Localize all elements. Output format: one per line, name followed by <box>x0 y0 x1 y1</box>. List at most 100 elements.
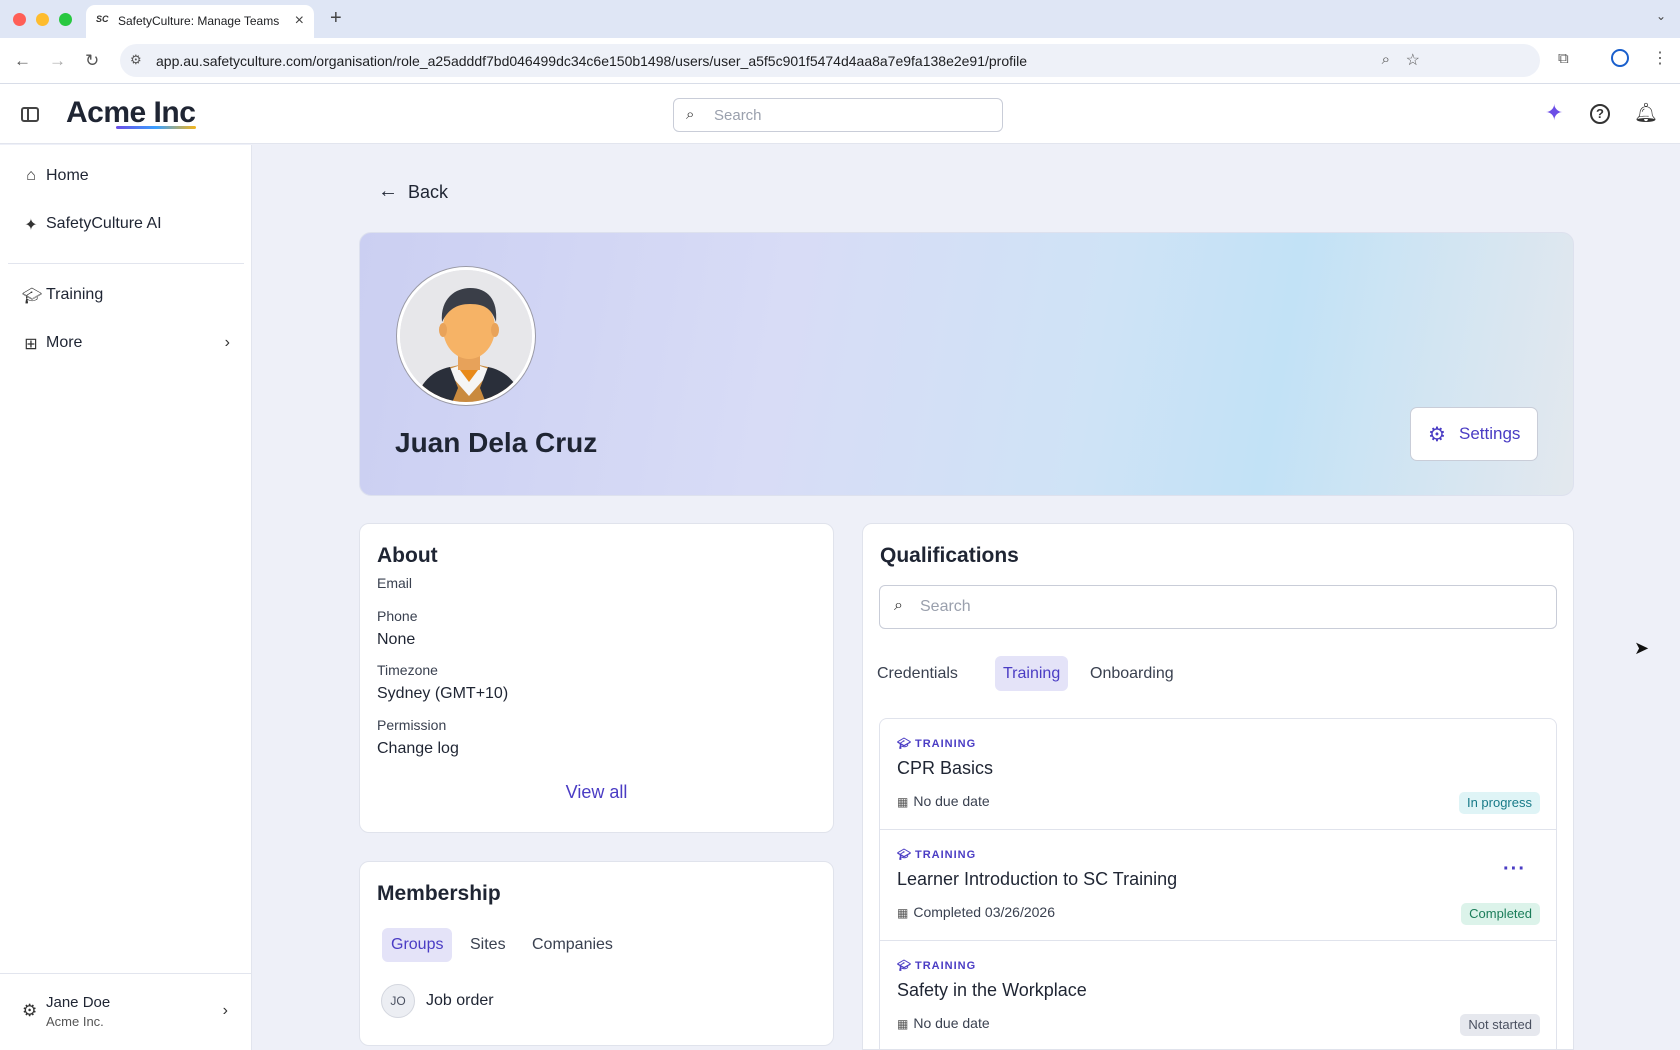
about-title: About <box>377 544 438 567</box>
item-kind-label: TRAINING <box>914 738 977 750</box>
calendar-icon: ▦ <box>897 906 909 920</box>
new-tab-icon[interactable]: + <box>330 7 342 30</box>
global-search-input[interactable] <box>714 105 994 125</box>
sparkle-icon[interactable]: ✦ <box>1545 100 1563 126</box>
chevron-right-icon: › <box>224 334 230 351</box>
calendar-icon: ▦ <box>897 1017 909 1031</box>
qualifications-title: Qualifications <box>880 544 1019 567</box>
tab-close-icon[interactable]: × <box>295 12 304 30</box>
sidebar-item-more[interactable]: ⊞ More › <box>8 325 244 363</box>
item-due: ▦ No due date <box>897 1015 990 1031</box>
field-label-email: Email <box>377 575 413 591</box>
url-text[interactable]: app.au.safetyculture.com/organisation/ro… <box>156 53 1027 69</box>
item-title: CPR Basics <box>897 758 994 778</box>
browser-tab[interactable]: SC SafetyCulture: Manage Teams × <box>86 5 314 38</box>
group-name[interactable]: Job order <box>426 992 494 1010</box>
status-badge: In progress <box>1458 792 1540 814</box>
home-icon: ⌂ <box>26 167 36 184</box>
sidebar-item-label: SafetyCulture AI <box>46 215 162 232</box>
profile-name: Juan Dela Cruz <box>395 427 598 458</box>
back-label: Back <box>408 182 449 202</box>
field-value-phone: None <box>377 631 416 648</box>
group-avatar: JO <box>381 984 415 1018</box>
address-bar[interactable]: ⚙ app.au.safetyculture.com/organisation/… <box>120 44 1540 77</box>
window-close-button[interactable] <box>13 13 26 26</box>
item-kind-label: TRAINING <box>914 849 977 861</box>
arrow-left-icon: ← <box>378 180 398 202</box>
qualifications-list: 🎓︎ TRAINING CPR Basics ▦ No due date In pr… <box>879 718 1557 1050</box>
sidebar-item-label: Training <box>46 286 104 303</box>
window-zoom-button[interactable] <box>59 13 72 26</box>
item-due-label: No due date <box>913 1015 990 1031</box>
site-settings-icon[interactable]: ⚙ <box>130 52 142 68</box>
zoom-icon[interactable]: ⌕ <box>1382 51 1390 68</box>
tab-training[interactable]: Training <box>995 656 1069 691</box>
search-icon: ⌕ <box>894 597 903 614</box>
item-kind: 🎓︎ TRAINING <box>897 737 976 750</box>
browser-menu-icon[interactable]: ⋮ <box>1652 48 1668 68</box>
tab-credentials[interactable]: Credentials <box>869 656 966 691</box>
browser-profile-icon[interactable] <box>1611 49 1629 67</box>
logo[interactable]: Acme Inc <box>66 96 196 130</box>
item-title: Learner Introduction to SC Training <box>897 869 1178 889</box>
bookmark-star-icon[interactable]: ☆ <box>1406 50 1420 70</box>
qualifications-search[interactable]: ⌕ <box>879 585 1557 629</box>
sparkle-icon: ✦ <box>24 217 38 234</box>
field-value-permission[interactable]: Change log <box>377 740 459 758</box>
sidebar-item-safetyculture-ai[interactable]: ✦ SafetyCulture AI <box>8 206 244 244</box>
status-badge: Completed <box>1461 903 1540 925</box>
graduation-cap-icon: 🎓︎ <box>897 849 911 861</box>
graduation-cap-icon: 🎓︎ <box>897 960 911 972</box>
list-item[interactable]: 🎓︎ TRAINING CPR Basics ▦ No due date In pr… <box>880 719 1556 830</box>
qualifications-card: Qualifications ⌕ Credentials Training On… <box>862 523 1574 1050</box>
user-name: Jane Doe <box>46 994 111 1011</box>
item-kind-label: TRAINING <box>914 960 977 972</box>
view-all-link[interactable]: View all <box>360 782 833 803</box>
profile-header-card: Juan Dela Cruz ⚙ Settings <box>359 232 1574 496</box>
browser-reload-icon[interactable]: ↻ <box>85 51 99 71</box>
graduation-cap-icon: 🎓︎ <box>897 738 911 750</box>
window-minimize-button[interactable] <box>36 13 49 26</box>
mouse-cursor-icon: ➤ <box>1634 638 1650 658</box>
sidebar: ⌂ Home ✦ SafetyCulture AI 🎓︎ Training ⊞ … <box>0 145 252 1050</box>
browser-back-icon[interactable]: ← <box>14 51 31 71</box>
gear-icon: ⚙ <box>22 1001 38 1020</box>
bell-icon[interactable]: 🔔︎ <box>1634 101 1658 125</box>
tab-search-chevron-icon[interactable]: ⌄ <box>1656 9 1666 23</box>
help-icon[interactable]: ? <box>1590 104 1610 124</box>
extensions-icon[interactable]: ⧉ <box>1558 50 1569 67</box>
tab-companies[interactable]: Companies <box>523 928 622 962</box>
settings-button[interactable]: ⚙ Settings <box>1410 407 1538 461</box>
favicon-icon: SC <box>96 14 109 24</box>
qualifications-search-input[interactable] <box>920 597 1540 617</box>
tab-sites[interactable]: Sites <box>461 928 515 962</box>
more-options-icon[interactable]: ··· <box>1503 858 1526 881</box>
membership-title: Membership <box>377 882 501 905</box>
grid-icon: ⊞ <box>24 336 38 353</box>
item-kind: 🎓︎ TRAINING <box>897 848 976 861</box>
logo-underline <box>116 126 196 129</box>
avatar <box>397 267 535 405</box>
sidebar-item-label: Home <box>46 167 89 184</box>
graduation-cap-icon: 🎓︎ <box>22 288 43 305</box>
sidebar-toggle-icon[interactable] <box>21 107 39 122</box>
tab-title: SafetyCulture: Manage Teams <box>118 14 280 28</box>
sidebar-divider <box>8 263 244 264</box>
membership-card: Membership Groups Sites Companies JO Job… <box>359 861 834 1046</box>
list-item[interactable]: 🎓︎ TRAINING Safety in the Workplace ▦ No d… <box>880 941 1556 1050</box>
field-label-permission: Permission <box>377 717 447 733</box>
sidebar-item-home[interactable]: ⌂ Home <box>8 158 244 196</box>
gear-icon: ⚙ <box>1428 424 1446 446</box>
field-value-timezone: Sydney (GMT+10) <box>377 685 509 702</box>
global-search[interactable]: ⌕ <box>673 98 1003 132</box>
status-badge: Not started <box>1460 1014 1540 1036</box>
tab-groups[interactable]: Groups <box>382 928 453 962</box>
field-label-timezone: Timezone <box>377 662 438 678</box>
browser-forward-icon[interactable]: → <box>49 51 66 71</box>
user-menu[interactable]: ⚙ Jane Doe Acme Inc. › <box>0 973 252 1050</box>
tab-onboarding[interactable]: Onboarding <box>1082 656 1182 691</box>
sidebar-item-label: More <box>46 334 83 351</box>
sidebar-item-training[interactable]: 🎓︎ Training <box>8 277 244 315</box>
search-icon: ⌕ <box>686 106 695 123</box>
list-item[interactable]: 🎓︎ TRAINING Learner Introduction to SC Tr… <box>880 830 1556 941</box>
